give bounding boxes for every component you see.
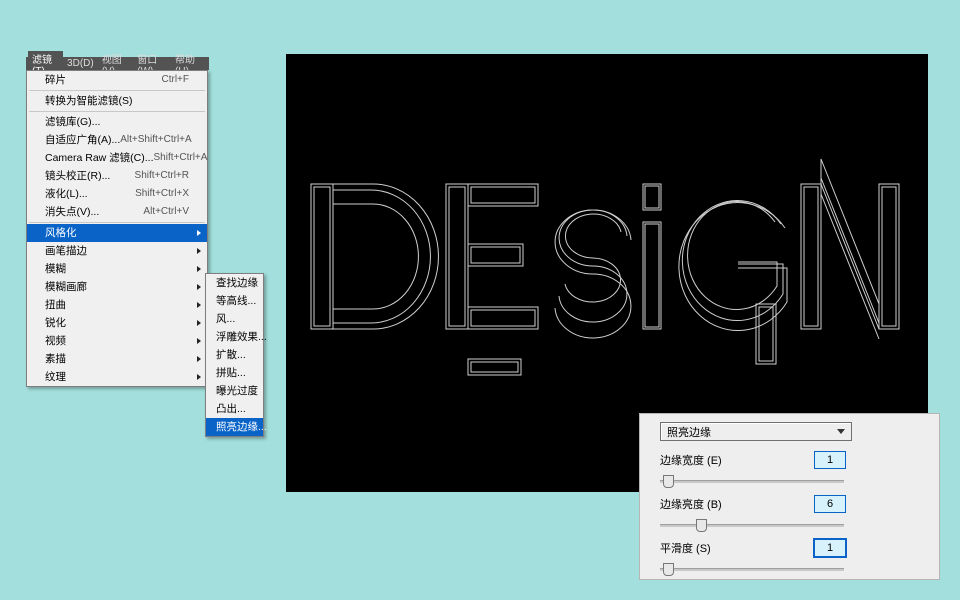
edge-width-control: 边缘宽度 (E) 1	[660, 451, 933, 469]
menu-item-filter-gallery[interactable]: 滤镜库(G)...	[27, 113, 207, 131]
glowing-edges-panel: 照亮边缘 边缘宽度 (E) 1 边缘亮度 (B) 6 平滑度 (S) 1	[639, 413, 940, 580]
filter-select[interactable]: 照亮边缘	[660, 422, 852, 441]
filter-select-value: 照亮边缘	[667, 424, 711, 440]
stylize-submenu: 查找边缘 等高线... 风... 浮雕效果... 扩散... 拼贴... 曝光过…	[205, 273, 264, 437]
submenu-item-emboss[interactable]: 浮雕效果...	[206, 328, 263, 346]
menu-item-sharpen[interactable]: 锐化	[27, 314, 207, 332]
smoothness-value[interactable]: 1	[814, 539, 846, 557]
edge-width-label: 边缘宽度 (E)	[660, 452, 780, 468]
menu-3d[interactable]: 3D(D)	[63, 58, 98, 69]
slider-thumb[interactable]	[696, 519, 707, 532]
menu-item-stylize[interactable]: 风格化	[27, 224, 207, 242]
submenu-item-find-edges[interactable]: 查找边缘	[206, 274, 263, 292]
submenu-item-trace-contour[interactable]: 等高线...	[206, 292, 263, 310]
menu-item-lens-correction[interactable]: 镜头校正(R)...Shift+Ctrl+R	[27, 167, 207, 185]
menu-item-blur[interactable]: 模糊	[27, 260, 207, 278]
smoothness-control: 平滑度 (S) 1	[660, 539, 933, 557]
menu-item-camera-raw[interactable]: Camera Raw 滤镜(C)...Shift+Ctrl+A	[27, 149, 207, 167]
edge-brightness-control: 边缘亮度 (B) 6	[660, 495, 933, 513]
menu-item-last-filter[interactable]: 碎片Ctrl+F	[27, 71, 207, 89]
menu-item-adaptive[interactable]: 自适应广角(A)...Alt+Shift+Ctrl+A	[27, 131, 207, 149]
smoothness-slider[interactable]	[660, 563, 844, 575]
slider-thumb[interactable]	[663, 475, 674, 488]
menu-item-smart-filter[interactable]: 转换为智能滤镜(S)	[27, 92, 207, 110]
app-menubar[interactable]: 滤镜(T) 3D(D) 视图(V) 窗口(W) 帮助(H)	[26, 57, 209, 70]
menu-item-vanishing-point[interactable]: 消失点(V)...Alt+Ctrl+V	[27, 203, 207, 221]
edge-brightness-value[interactable]: 6	[814, 495, 846, 513]
menu-item-blur-gallery[interactable]: 模糊画廊	[27, 278, 207, 296]
slider-thumb[interactable]	[663, 563, 674, 576]
submenu-item-diffuse[interactable]: 扩散...	[206, 346, 263, 364]
smoothness-label: 平滑度 (S)	[660, 540, 780, 556]
edge-width-slider[interactable]	[660, 475, 844, 487]
submenu-item-extrude[interactable]: 凸出...	[206, 400, 263, 418]
submenu-item-glowing-edges[interactable]: 照亮边缘...	[206, 418, 263, 436]
submenu-item-solarize[interactable]: 曝光过度	[206, 382, 263, 400]
menu-item-brush-strokes[interactable]: 画笔描边	[27, 242, 207, 260]
edge-brightness-label: 边缘亮度 (B)	[660, 496, 780, 512]
menu-item-liquify[interactable]: 液化(L)...Shift+Ctrl+X	[27, 185, 207, 203]
separator	[29, 222, 205, 223]
submenu-item-wind[interactable]: 风...	[206, 310, 263, 328]
submenu-item-tiles[interactable]: 拼贴...	[206, 364, 263, 382]
edge-brightness-slider[interactable]	[660, 519, 844, 531]
separator	[29, 111, 205, 112]
separator	[29, 90, 205, 91]
menu-item-texture[interactable]: 纹理	[27, 368, 207, 386]
filter-menu: 碎片Ctrl+F 转换为智能滤镜(S) 滤镜库(G)... 自适应广角(A)..…	[26, 70, 208, 387]
menu-item-video[interactable]: 视频	[27, 332, 207, 350]
edge-width-value[interactable]: 1	[814, 451, 846, 469]
menu-item-distort[interactable]: 扭曲	[27, 296, 207, 314]
menu-item-sketch[interactable]: 素描	[27, 350, 207, 368]
